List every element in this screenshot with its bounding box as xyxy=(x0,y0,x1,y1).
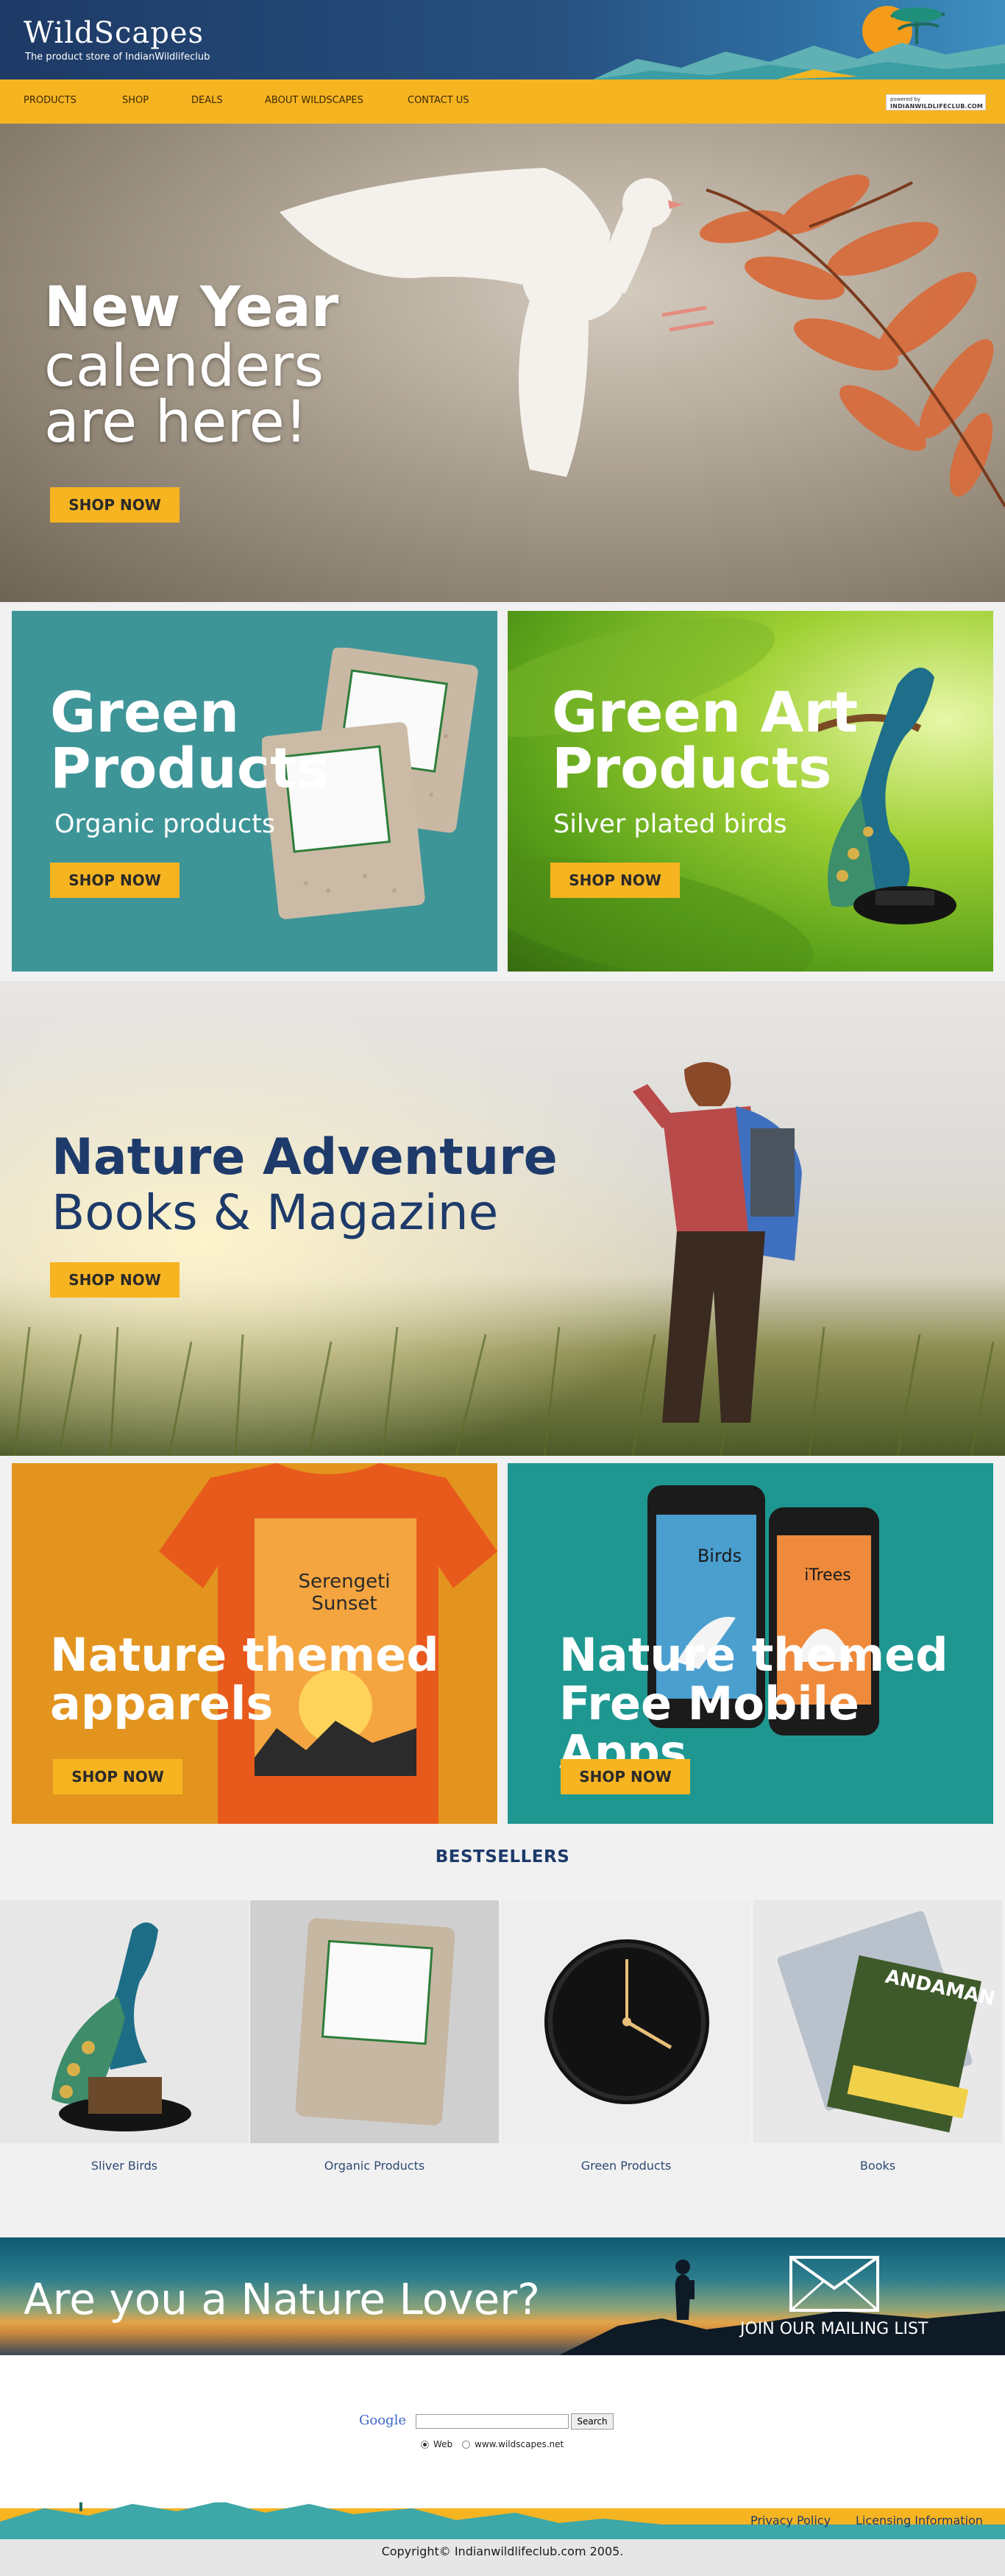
bestseller-card-books[interactable]: ANDAMAN xyxy=(753,1900,1002,2143)
promo-apparels-shop-button[interactable]: SHOP NOW xyxy=(53,1759,182,1794)
powered-by-brand: INDIANWILDLIFECLUB.COM xyxy=(890,103,984,110)
footer-privacy-link[interactable]: Privacy Policy xyxy=(750,2513,831,2527)
newsletter-banner: Are you a Nature Lover? JOIN OUR MAILING… xyxy=(0,2237,1005,2355)
promo-apparels-title1: Nature themed xyxy=(50,1628,439,1682)
footer-licensing-link[interactable]: Licensing Information xyxy=(856,2513,983,2527)
footer-landscape xyxy=(0,2502,1005,2539)
tshirt-text: Serengeti Sunset xyxy=(298,1571,391,1615)
google-logo-text: Google xyxy=(359,2413,406,2428)
search-option-web[interactable]: Web xyxy=(421,2439,452,2449)
site-search-input[interactable] xyxy=(416,2414,569,2429)
bestseller-label-books[interactable]: Books xyxy=(753,2159,1002,2173)
hero-banner: New Year calenders are here! SHOP NOW xyxy=(0,124,1005,602)
bestseller-label-green[interactable]: Green Products xyxy=(502,2159,750,2173)
bestsellers-heading: BESTSELLERS xyxy=(435,1847,570,1866)
promo-apps-shop-button[interactable]: SHOP NOW xyxy=(561,1759,690,1794)
nav-products[interactable]: PRODUCTS xyxy=(24,95,77,106)
nav-contact[interactable]: CONTACT US xyxy=(408,95,469,106)
site-search-area: Google Search Web www.wildscapes.net xyxy=(0,2355,1005,2510)
promo-green-art-title2: Products xyxy=(552,735,832,801)
promo-green-products-title1: Green xyxy=(50,679,240,745)
nav-about[interactable]: ABOUT WILDSCAPES xyxy=(265,95,363,106)
main-nav: PRODUCTS SHOP DEALS ABOUT WILDSCAPES CON… xyxy=(0,79,1005,124)
nav-deals[interactable]: DEALS xyxy=(191,95,223,106)
promo-apps[interactable]: Birds iTrees Nature themed Free Mobile A… xyxy=(508,1463,993,1824)
promo-green-products[interactable]: Green Products Organic products SHOP NOW xyxy=(12,611,497,972)
hero-title-line2: calenders xyxy=(44,333,324,400)
promo-green-art-title1: Green Art xyxy=(552,679,859,745)
nav-shop[interactable]: SHOP xyxy=(122,95,149,106)
search-button[interactable]: Search xyxy=(571,2413,614,2430)
promo-green-art-sub: Silver plated birds xyxy=(553,810,787,839)
promo-apparels-title2: apparels xyxy=(50,1677,274,1730)
header-landscape-illustration xyxy=(593,6,1005,79)
bestseller-label-birds[interactable]: Sliver Birds xyxy=(0,2159,249,2173)
organic-bag-product-icon xyxy=(295,1918,455,2126)
mail-envelope-icon[interactable] xyxy=(789,2255,880,2313)
bestseller-label-organic[interactable]: Organic Products xyxy=(250,2159,499,2173)
powered-by-label: powered by xyxy=(890,96,921,102)
search-option-web-label: Web xyxy=(433,2439,453,2449)
hero-title-line3: are here! xyxy=(44,389,308,456)
promo-green-art[interactable]: Green Art Products Silver plated birds S… xyxy=(508,611,993,972)
site-logo[interactable]: WildScapes xyxy=(24,16,204,50)
bestseller-card-green[interactable] xyxy=(502,1900,750,2143)
copyright-text: Copyright© Indianwildlifeclub.com 2005. xyxy=(0,2539,1005,2576)
bestseller-card-organic[interactable] xyxy=(250,1900,499,2143)
site-tagline: The product store of IndianWildlifeclub xyxy=(25,52,210,63)
site-header: WildScapes The product store of IndianWi… xyxy=(0,0,1005,79)
clock-product-icon xyxy=(544,1939,709,2104)
radio-site[interactable] xyxy=(462,2440,470,2449)
adventure-banner[interactable]: Nature Adventure Books & Magazine SHOP N… xyxy=(0,981,1005,1456)
phone2-title: iTrees xyxy=(804,1566,851,1585)
powered-by-badge[interactable]: powered by INDIANWILDLIFECLUB.COM xyxy=(886,94,986,110)
hero-title-line1: New Year xyxy=(44,274,339,339)
book-product-icon xyxy=(777,1911,981,2133)
search-option-site[interactable]: www.wildscapes.net xyxy=(462,2439,564,2449)
footer-hills-illustration xyxy=(0,2502,1005,2539)
newsletter-title: Are you a Nature Lover? xyxy=(24,2274,540,2324)
google-logo: Google xyxy=(359,2413,406,2428)
hero-shop-now-button[interactable]: SHOP NOW xyxy=(50,487,180,523)
promo-green-products-shop-button[interactable]: SHOP NOW xyxy=(50,863,180,898)
phone1-title: Birds xyxy=(697,1546,742,1566)
radio-web[interactable] xyxy=(421,2440,429,2449)
promo-green-products-sub: Organic products xyxy=(54,810,276,839)
adventure-title2: Books & Magazine xyxy=(52,1184,499,1241)
promo-apparels[interactable]: Serengeti Sunset Nature themed apparels … xyxy=(12,1463,497,1824)
peacock-product-icon xyxy=(52,1922,191,2131)
adventure-shop-now-button[interactable]: SHOP NOW xyxy=(50,1262,180,1298)
adventure-title1: Nature Adventure xyxy=(52,1128,558,1186)
bestseller-card-birds[interactable] xyxy=(0,1900,249,2143)
promo-green-products-title2: Products xyxy=(50,735,330,801)
promo-apps-title1: Nature themed xyxy=(559,1628,948,1682)
search-option-site-label: www.wildscapes.net xyxy=(475,2439,564,2449)
join-mailing-list-link[interactable]: JOIN OUR MAILING LIST xyxy=(740,2320,928,2338)
promo-green-art-shop-button[interactable]: SHOP NOW xyxy=(550,863,680,898)
